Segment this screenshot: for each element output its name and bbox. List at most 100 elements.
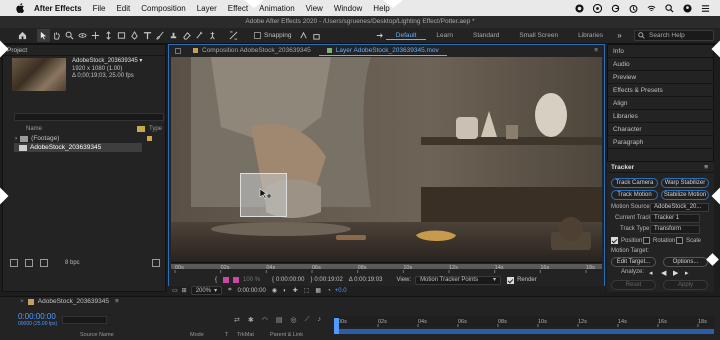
project-search-input[interactable]: [14, 113, 164, 121]
zoom-tool-icon[interactable]: [63, 29, 76, 42]
workspace-standard[interactable]: Standard: [463, 32, 509, 39]
workspace-libraries[interactable]: Libraries: [568, 32, 613, 39]
exposure-value[interactable]: +0.0: [335, 288, 347, 294]
panel-align[interactable]: Align: [608, 97, 713, 110]
orbit-camera-icon[interactable]: [76, 29, 89, 42]
project-footage-row[interactable]: AdobeStock_203639345: [14, 143, 142, 152]
search-icon[interactable]: [665, 3, 674, 13]
workspace-default[interactable]: Default: [385, 32, 427, 40]
always-preview-icon[interactable]: ▭: [172, 287, 178, 294]
folder-label-color[interactable]: [147, 136, 152, 141]
snapshot-icon[interactable]: ◉: [272, 287, 277, 294]
current-time-display[interactable]: 0:00:00:00: [237, 288, 265, 294]
control-strip-icon[interactable]: [593, 3, 602, 13]
rotation-option[interactable]: Rotation: [643, 237, 675, 244]
trash-icon[interactable]: [152, 259, 160, 267]
timeline-current-time[interactable]: 0:00:00:00: [18, 312, 56, 321]
brush-tool-icon[interactable]: [154, 29, 167, 42]
bit-depth[interactable]: 8 bpc: [65, 260, 80, 266]
reset-button[interactable]: Reset: [611, 280, 656, 290]
col-name[interactable]: Name: [26, 126, 42, 132]
snapping-checkbox[interactable]: [254, 32, 261, 39]
pan-camera-icon[interactable]: [89, 29, 102, 42]
motion-source-select[interactable]: AdobeStock_20...: [650, 203, 709, 212]
in-point-icon[interactable]: {: [215, 277, 217, 283]
panel-libraries[interactable]: Libraries: [608, 110, 713, 123]
menu-app-name[interactable]: After Effects: [34, 4, 82, 13]
apply-button[interactable]: Apply: [663, 280, 708, 290]
track-camera-button[interactable]: Track Camera: [611, 178, 658, 188]
hand-tool-icon[interactable]: [50, 29, 63, 42]
analyze-forward-one-icon[interactable]: ▸: [685, 269, 689, 277]
in-point-bracket-icon[interactable]: {: [272, 277, 274, 283]
shy-layers-icon[interactable]: ◠: [262, 316, 268, 324]
show-snapshot-icon[interactable]: ◐: [283, 288, 287, 294]
reset-exposure-icon[interactable]: ◔: [327, 288, 331, 294]
track-motion-button[interactable]: Track Motion: [611, 190, 658, 200]
position-checkbox[interactable]: [611, 237, 618, 244]
panel-character[interactable]: Character: [608, 123, 713, 136]
new-folder-icon[interactable]: [25, 259, 33, 267]
scale-option[interactable]: Scale: [676, 237, 701, 244]
panel-menu-icon[interactable]: ≡: [594, 47, 598, 54]
tab-layer[interactable]: Layer AdobeStock_203639345.mov: [318, 45, 447, 56]
panel-effects-presets[interactable]: Effects & Presets: [608, 84, 713, 97]
transparency-grid-icon[interactable]: ▦: [315, 287, 321, 294]
marker-icon[interactable]: [223, 277, 230, 283]
timer-icon[interactable]: [629, 4, 638, 13]
current-track-select[interactable]: Tracker 1: [650, 214, 700, 223]
stabilize-motion-button[interactable]: Stabilize Motion: [661, 190, 709, 200]
panel-menu-icon[interactable]: ≡: [704, 162, 708, 173]
composition-flowchart-icon[interactable]: ⇄: [234, 316, 240, 324]
project-panel-title[interactable]: Project: [3, 45, 165, 56]
work-area-bar[interactable]: [334, 329, 714, 334]
analyze-back-one-icon[interactable]: ◂: [649, 269, 653, 277]
clone-stamp-icon[interactable]: [167, 29, 180, 42]
type-tool-icon[interactable]: [141, 29, 154, 42]
disclosure-arrow-icon[interactable]: ›: [15, 135, 17, 142]
creative-cloud-icon[interactable]: [575, 3, 584, 13]
rectangle-tool-icon[interactable]: [115, 29, 128, 42]
selection-tool-icon[interactable]: [37, 29, 50, 42]
tracker-title[interactable]: Tracker ≡: [607, 162, 714, 173]
eraser-tool-icon[interactable]: [180, 29, 193, 42]
menu-file[interactable]: File: [93, 4, 106, 13]
workspace-learn[interactable]: Learn: [426, 32, 463, 39]
warp-stabilizer-button[interactable]: Warp Stabilizer: [661, 178, 709, 188]
options-button[interactable]: Options...: [663, 257, 708, 267]
safe-margins-icon[interactable]: ⌗: [228, 287, 231, 294]
user-icon[interactable]: [683, 3, 692, 13]
lock-toggle-icon[interactable]: [175, 47, 181, 54]
footage-frame[interactable]: [171, 57, 602, 261]
dolly-camera-icon[interactable]: [102, 29, 115, 42]
menu-composition[interactable]: Composition: [141, 4, 185, 13]
panel-audio[interactable]: Audio: [608, 58, 713, 71]
more-workspaces-icon[interactable]: »: [613, 29, 626, 42]
panel-preview[interactable]: Preview: [608, 71, 713, 84]
channel-icon[interactable]: ✚: [293, 287, 298, 294]
timeline-search-input[interactable]: [62, 316, 107, 324]
menu-view[interactable]: View: [306, 4, 323, 13]
interpret-footage-icon[interactable]: [10, 259, 18, 267]
motion-blur-icon[interactable]: ◎: [290, 316, 296, 324]
tab-composition[interactable]: Composition AdobeStock_203639345: [185, 45, 319, 56]
roto-brush-icon[interactable]: [193, 29, 206, 42]
menu-list-icon[interactable]: [701, 4, 710, 13]
snapping-toggle[interactable]: Snapping: [254, 32, 291, 39]
align-icon[interactable]: [227, 29, 240, 42]
footage-name[interactable]: AdobeStock_203639345 ▾: [72, 58, 142, 66]
view-dropdown[interactable]: Motion Tracker Points ▾: [415, 275, 502, 285]
track-point-box[interactable]: [240, 173, 287, 217]
workspace-small-screen[interactable]: Small Screen: [509, 32, 568, 39]
home-icon[interactable]: [16, 29, 29, 42]
panel-paragraph[interactable]: Paragraph: [608, 136, 713, 149]
render-checkbox[interactable]: [507, 276, 515, 284]
col-source-name[interactable]: Source Name: [80, 332, 114, 338]
col-trkmat[interactable]: TrkMat: [237, 332, 254, 338]
rotation-checkbox[interactable]: [643, 237, 650, 244]
marker-color-icon[interactable]: [233, 277, 240, 283]
col-t[interactable]: T: [225, 332, 228, 338]
grid-toggle-icon[interactable]: ⊞: [182, 287, 187, 294]
edit-target-button[interactable]: Edit Target...: [611, 257, 656, 267]
magnification-dropdown[interactable]: 200% ▾: [190, 286, 223, 295]
